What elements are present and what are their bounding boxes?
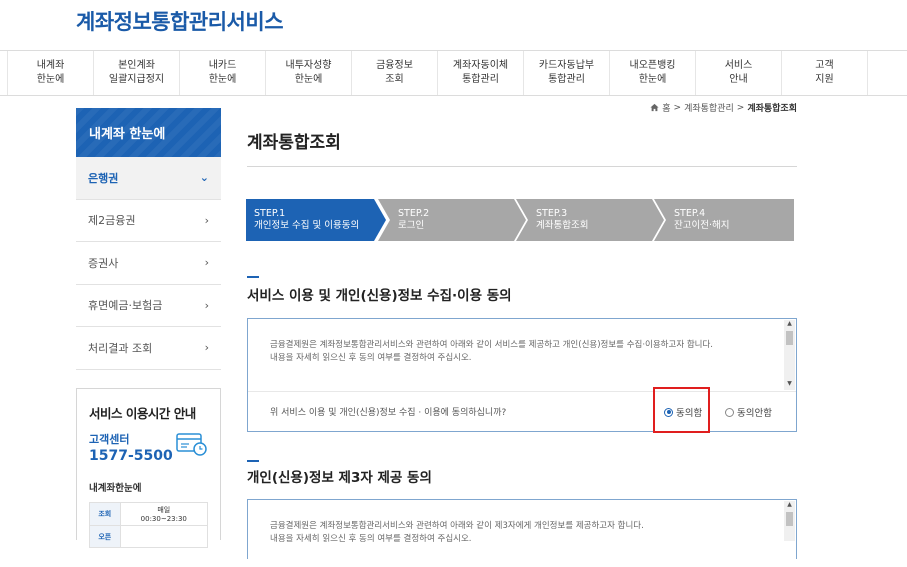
third-party-text[interactable]: 금융결제원은 계좌정보통합관리서비스와 관련하여 아래와 같이 제3자에게 개인… [248,500,796,567]
gnb-item-invest-profile[interactable]: 내투자성향 한눈에 [266,51,352,95]
gnb-item-open-banking[interactable]: 내오픈뱅킹 한눈에 [610,51,696,95]
section-title-third-party: 개인(신용)정보 제3자 제공 동의 [247,470,432,486]
table-cell [119,525,209,548]
sidebar-item-label: 은행권 [88,171,119,185]
consent-question: 위 서비스 이용 및 개인(신용)정보 수집 · 이용에 동의하십니까? [270,408,507,418]
scrollbar[interactable]: ▲ [784,501,795,541]
gnb-item-support[interactable]: 고객 지원 [782,51,868,95]
gnb-item-service-guide[interactable]: 서비스 안내 [696,51,782,95]
table-cell: 오픈 [89,525,121,548]
home-icon[interactable] [650,103,659,112]
gnb-item-my-accounts[interactable]: 내계좌 한눈에 [8,51,94,95]
sidebar-item-label: 제2금융권 [88,214,136,228]
disagree-radio[interactable]: 동의안함 [725,405,772,419]
step-3: STEP.3 계좌통합조회 [516,199,664,241]
sidebar-item-results[interactable]: 처리결과 조회 › [76,327,221,370]
scroll-thumb[interactable] [786,331,793,345]
scroll-up-icon[interactable]: ▲ [784,320,795,327]
breadcrumb-level1[interactable]: 계좌통합관리 [684,101,734,114]
third-party-box: 금융결제원은 계좌정보통합관리서비스와 관련하여 아래와 같이 제3자에게 개인… [247,499,797,559]
gnb-spacer [0,51,8,95]
sidebar-item-label: 처리결과 조회 [88,341,153,355]
section-marker [247,460,259,462]
scroll-down-icon[interactable]: ▼ [784,380,795,387]
gnb-item-payment-stop[interactable]: 본인계좌 일괄지급정지 [94,51,180,95]
global-nav: 내계좌 한눈에 본인계좌 일괄지급정지 내카드 한눈에 내투자성향 한눈에 금융… [0,50,907,96]
sidebar-item-securities[interactable]: 증권사 › [76,242,221,285]
sidebar-title: 내계좌 한눈에 [76,108,221,157]
step-label: STEP.4 잔고이전·해지 [674,208,730,231]
chevron-right-icon: › [204,213,209,227]
scroll-up-icon[interactable]: ▲ [784,501,795,508]
sidebar-item-dormant[interactable]: 휴면예금·보험금 › [76,285,221,327]
step-label: STEP.2 로그인 [398,208,430,231]
step-label: STEP.3 계좌통합조회 [536,208,589,231]
table-row: 오픈 [89,525,209,548]
consent-box: 금융결제원은 계좌정보통합관리서비스와 관련하여 아래와 같이 서비스를 제공하… [247,318,797,432]
breadcrumb-separator: > [736,102,745,113]
highlight-box [653,387,710,433]
consent-text[interactable]: 금융결제원은 계좌정보통합관리서비스와 관련하여 아래와 같이 서비스를 제공하… [248,319,796,386]
section-marker [247,276,259,278]
scroll-thumb[interactable] [786,512,793,526]
gnb-item-financial-info[interactable]: 금융정보 조회 [352,51,438,95]
service-hours-panel: 서비스 이용시간 안내 고객센터 1577-5500 내계좌한눈에 조회 매일 … [76,388,221,548]
page-title: 계좌통합조회 [247,133,341,153]
card-clock-icon [176,433,207,456]
sidebar-item-label: 증권사 [88,256,119,270]
service-hours-title: 서비스 이용시간 안내 [89,406,196,421]
gnb-item-card-autopay[interactable]: 카드자동납부 통합관리 [524,51,610,95]
breadcrumb-home[interactable]: 홈 [662,101,670,114]
step-label: STEP.1 개인정보 수집 및 이용동의 [254,208,360,231]
step-indicator: STEP.1 개인정보 수집 및 이용동의 STEP.2 로그인 STEP.3 … [246,199,794,241]
table-cell: 매일 00:30~23:30 [119,502,209,526]
step-4: STEP.4 잔고이전·해지 [654,199,794,241]
breadcrumb: 홈 > 계좌통합관리 > 계좌통합조회 [650,101,797,114]
section-title-consent: 서비스 이용 및 개인(신용)정보 수집·이용 동의 [247,288,512,304]
service-hours-table: 조회 매일 00:30~23:30 오픈 [89,502,209,548]
title-divider [247,166,797,167]
chevron-right-icon: › [204,341,209,355]
chevron-right-icon: › [204,298,209,312]
scrollbar[interactable]: ▲ ▼ [784,320,795,390]
table-cell: 조회 [89,502,121,526]
chevron-right-icon: › [204,256,209,270]
service-hours-subtitle: 내계좌한눈에 [89,483,142,494]
step-2: STEP.2 로그인 [378,199,526,241]
breadcrumb-current: 계좌통합조회 [747,104,797,114]
consent-question-row: 위 서비스 이용 및 개인(신용)정보 수집 · 이용에 동의하십니까? 동의함… [248,391,796,431]
site-logo[interactable]: 계좌정보통합관리서비스 [76,6,284,36]
gnb-item-auto-transfer[interactable]: 계좌자동이체 통합관리 [438,51,524,95]
sidebar-item-bank[interactable]: 은행권 ⌄ [76,157,221,200]
sidebar-item-label: 휴면예금·보험금 [88,299,163,313]
gnb-item-my-cards[interactable]: 내카드 한눈에 [180,51,266,95]
sidebar: 내계좌 한눈에 은행권 ⌄ 제2금융권 › 증권사 › 휴면예금·보험금 › 처… [76,108,221,370]
breadcrumb-separator: > [673,102,682,113]
table-row: 조회 매일 00:30~23:30 [89,502,209,526]
chevron-down-icon: ⌄ [199,171,209,185]
step-1: STEP.1 개인정보 수집 및 이용동의 [246,199,386,241]
sidebar-item-second-tier[interactable]: 제2금융권 › [76,200,221,242]
disagree-label: 동의안함 [737,408,772,419]
radio-unchecked-icon [725,407,734,417]
